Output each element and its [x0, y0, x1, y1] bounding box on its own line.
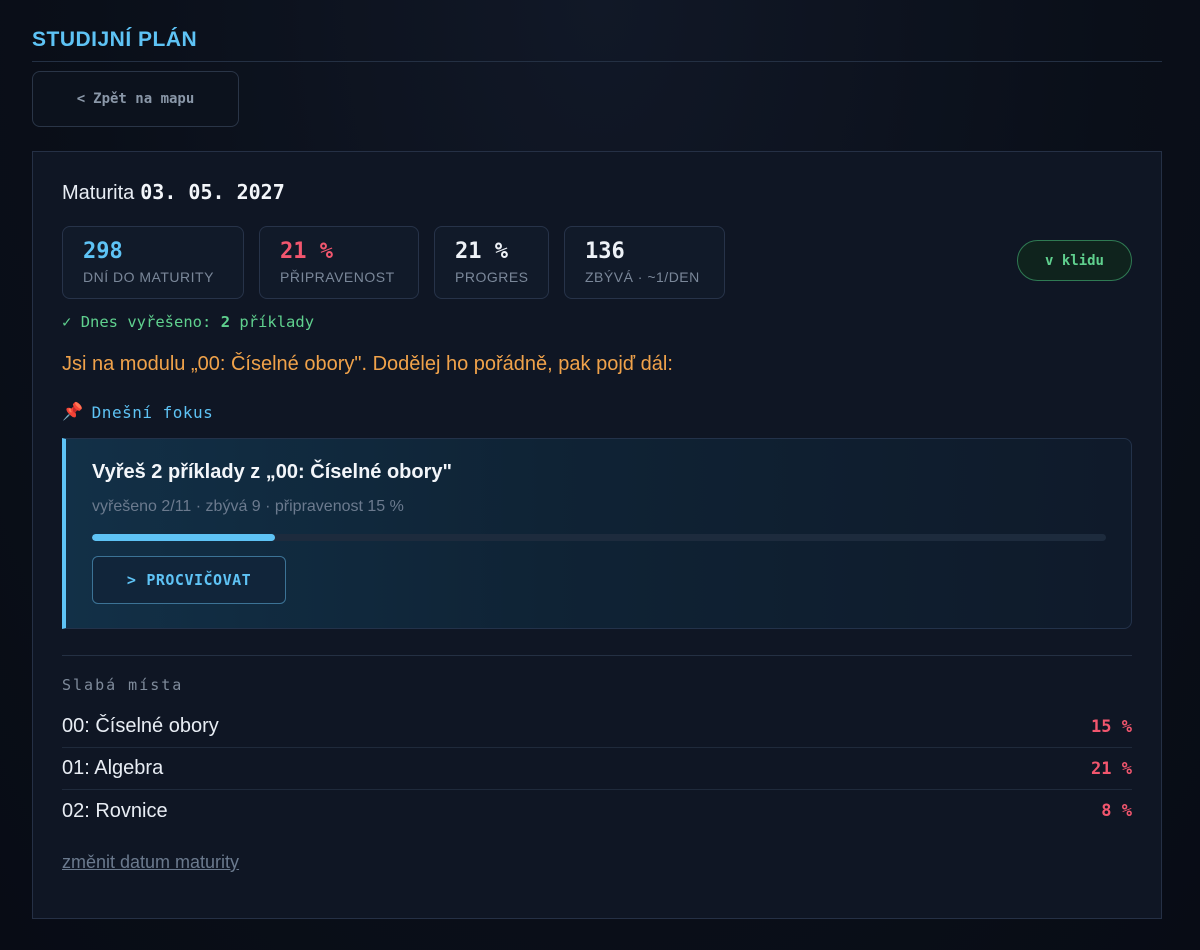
back-button-label: Zpět na mapu: [93, 91, 195, 107]
weak-spot-name: 02: Rovnice: [62, 799, 168, 822]
weak-spot-percent: 21 %: [1091, 758, 1132, 779]
stat-value: 136: [585, 238, 625, 264]
today-solved: ✓ Dnes vyřešeno: 2 příklady: [62, 313, 1132, 331]
exam-date: 03. 05. 2027: [140, 180, 285, 204]
stat-readiness: 21 % PŘIPRAVENOST: [259, 225, 419, 299]
focus-progress-fill: [92, 534, 275, 541]
weak-spot-percent: 15 %: [1091, 716, 1132, 737]
weak-spot-item: 01: Algebra 21 %: [62, 748, 1132, 790]
page-title: STUDIJNÍ PLÁN: [32, 28, 198, 51]
module-message: Jsi na modulu „00: Číselné obory". Doděl…: [62, 353, 673, 375]
stat-label: PROGRES: [455, 268, 529, 285]
today-solved-count: 2: [220, 313, 231, 331]
stat-label: DNÍ DO MATURITY: [83, 268, 214, 285]
focus-heading-label: Dnešní fokus: [91, 402, 214, 422]
exam-date-line: Maturita 03. 05. 2027: [62, 180, 1132, 205]
weak-spots-title: Slabá místa: [62, 676, 184, 694]
chevron-left-icon: <: [76, 91, 86, 107]
check-icon: ✓: [62, 313, 72, 331]
stat-days-left: 298 DNÍ DO MATURITY: [62, 225, 244, 299]
weak-spot-name: 00: Číselné obory: [62, 715, 219, 737]
stat-value: 21 %: [455, 238, 508, 264]
change-exam-date-link[interactable]: změnit datum maturity: [62, 852, 239, 873]
study-plan-page: STUDIJNÍ PLÁN < Zpět na mapu Maturita 03…: [32, 0, 1162, 919]
stat-label: PŘIPRAVENOST: [280, 268, 395, 285]
stat-label: ZBÝVÁ · ~1/DEN: [585, 268, 700, 285]
focus-card: Vyřeš 2 příklady z „00: Číselné obory" v…: [62, 438, 1132, 629]
focus-task-meta: vyřešeno 2/11 · zbývá 9 · připravenost 1…: [92, 498, 404, 515]
stat-value: 298: [83, 238, 123, 264]
weak-spot-name: 01: Algebra: [62, 757, 164, 779]
divider: [62, 655, 1132, 656]
today-solved-suffix: příklady: [239, 313, 315, 331]
weak-spot-item: 02: Rovnice 8 %: [62, 790, 1132, 832]
stats-row: 298 DNÍ DO MATURITY 21 % PŘIPRAVENOST 21…: [62, 225, 1132, 299]
today-solved-prefix: Dnes vyřešeno:: [80, 313, 212, 331]
focus-task-title: Vyřeš 2 příklady z „00: Číselné obory": [92, 461, 452, 483]
focus-heading: 📌 Dnešní fokus: [62, 402, 1132, 422]
stat-remaining: 136 ZBÝVÁ · ~1/DEN: [564, 225, 725, 299]
stat-progress: 21 % PROGRES: [434, 225, 549, 299]
focus-progress-bar: [92, 534, 1106, 541]
practice-button-label: PROCVIČOVAT: [146, 571, 252, 589]
exam-label: Maturita: [62, 182, 135, 204]
back-to-map-button[interactable]: < Zpět na mapu: [32, 71, 239, 127]
page-header: STUDIJNÍ PLÁN: [32, 0, 1162, 62]
chevron-right-icon: >: [126, 571, 137, 589]
weak-spot-item: 00: Číselné obory 15 %: [62, 706, 1132, 748]
weak-spot-percent: 8 %: [1101, 801, 1132, 821]
status-badge: v klidu: [1017, 240, 1132, 281]
stat-value: 21 %: [280, 238, 333, 264]
plan-card: Maturita 03. 05. 2027 298 DNÍ DO MATURIT…: [32, 151, 1162, 919]
pushpin-icon: 📌: [62, 402, 84, 422]
practice-button[interactable]: > PROCVIČOVAT: [92, 556, 286, 604]
weak-spots-list: 00: Číselné obory 15 % 01: Algebra 21 % …: [62, 706, 1132, 832]
